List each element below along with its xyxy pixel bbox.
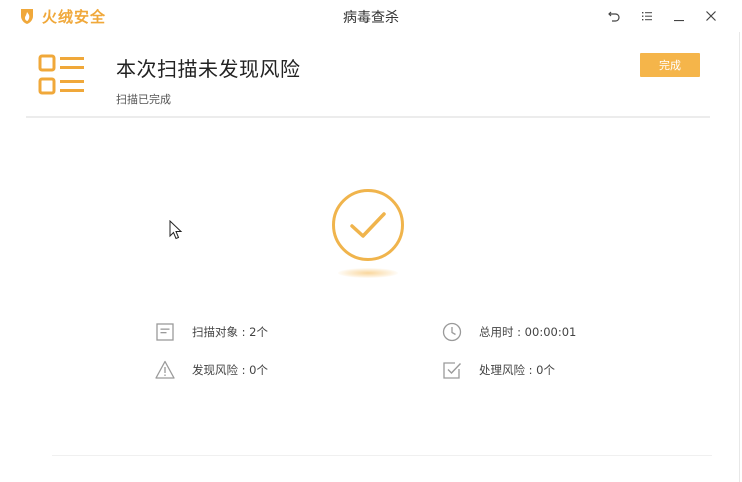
stat-risks-handled: 处理风险 : 0个	[441, 358, 555, 382]
back-button[interactable]	[603, 5, 625, 27]
scan-targets-text: 扫描对象 : 2个	[192, 325, 269, 339]
bottom-divider	[52, 455, 712, 456]
success-check-icon	[332, 189, 404, 261]
minimize-button[interactable]	[668, 5, 690, 27]
title-bar: 火绒安全 病毒查杀	[0, 0, 742, 32]
warning-icon	[155, 360, 175, 379]
menu-button[interactable]	[636, 5, 658, 27]
stat-scan-targets: 扫描对象 : 2个	[154, 320, 268, 344]
result-subtitle: 扫描已完成	[116, 93, 171, 106]
risks-handled-text: 处理风险 : 0个	[479, 363, 556, 377]
scan-result-header: 本次扫描未发现风险 扫描已完成 完成	[26, 33, 710, 117]
stat-risks-found: 发现风险 : 0个	[154, 358, 268, 382]
back-icon	[608, 11, 620, 22]
header-divider	[26, 116, 710, 118]
result-title: 本次扫描未发现风险	[116, 57, 301, 81]
clock-icon	[442, 322, 462, 342]
scan-report-icon	[38, 54, 84, 95]
close-icon	[706, 11, 716, 21]
risks-found-text: 发现风险 : 0个	[192, 363, 269, 377]
stat-time-used: 总用时 : 00:00:01	[441, 320, 576, 344]
menu-icon	[642, 12, 652, 21]
check-shadow	[338, 268, 398, 278]
done-button[interactable]: 完成	[640, 53, 700, 77]
close-button[interactable]	[700, 5, 722, 27]
mouse-pointer-icon	[169, 220, 183, 240]
minimize-icon	[674, 20, 684, 22]
document-icon	[156, 323, 174, 341]
window-title: 病毒查杀	[343, 10, 399, 26]
time-used-text: 总用时 : 00:00:01	[479, 325, 577, 339]
checkbox-checked-icon	[443, 362, 462, 379]
window-edge	[739, 32, 740, 482]
